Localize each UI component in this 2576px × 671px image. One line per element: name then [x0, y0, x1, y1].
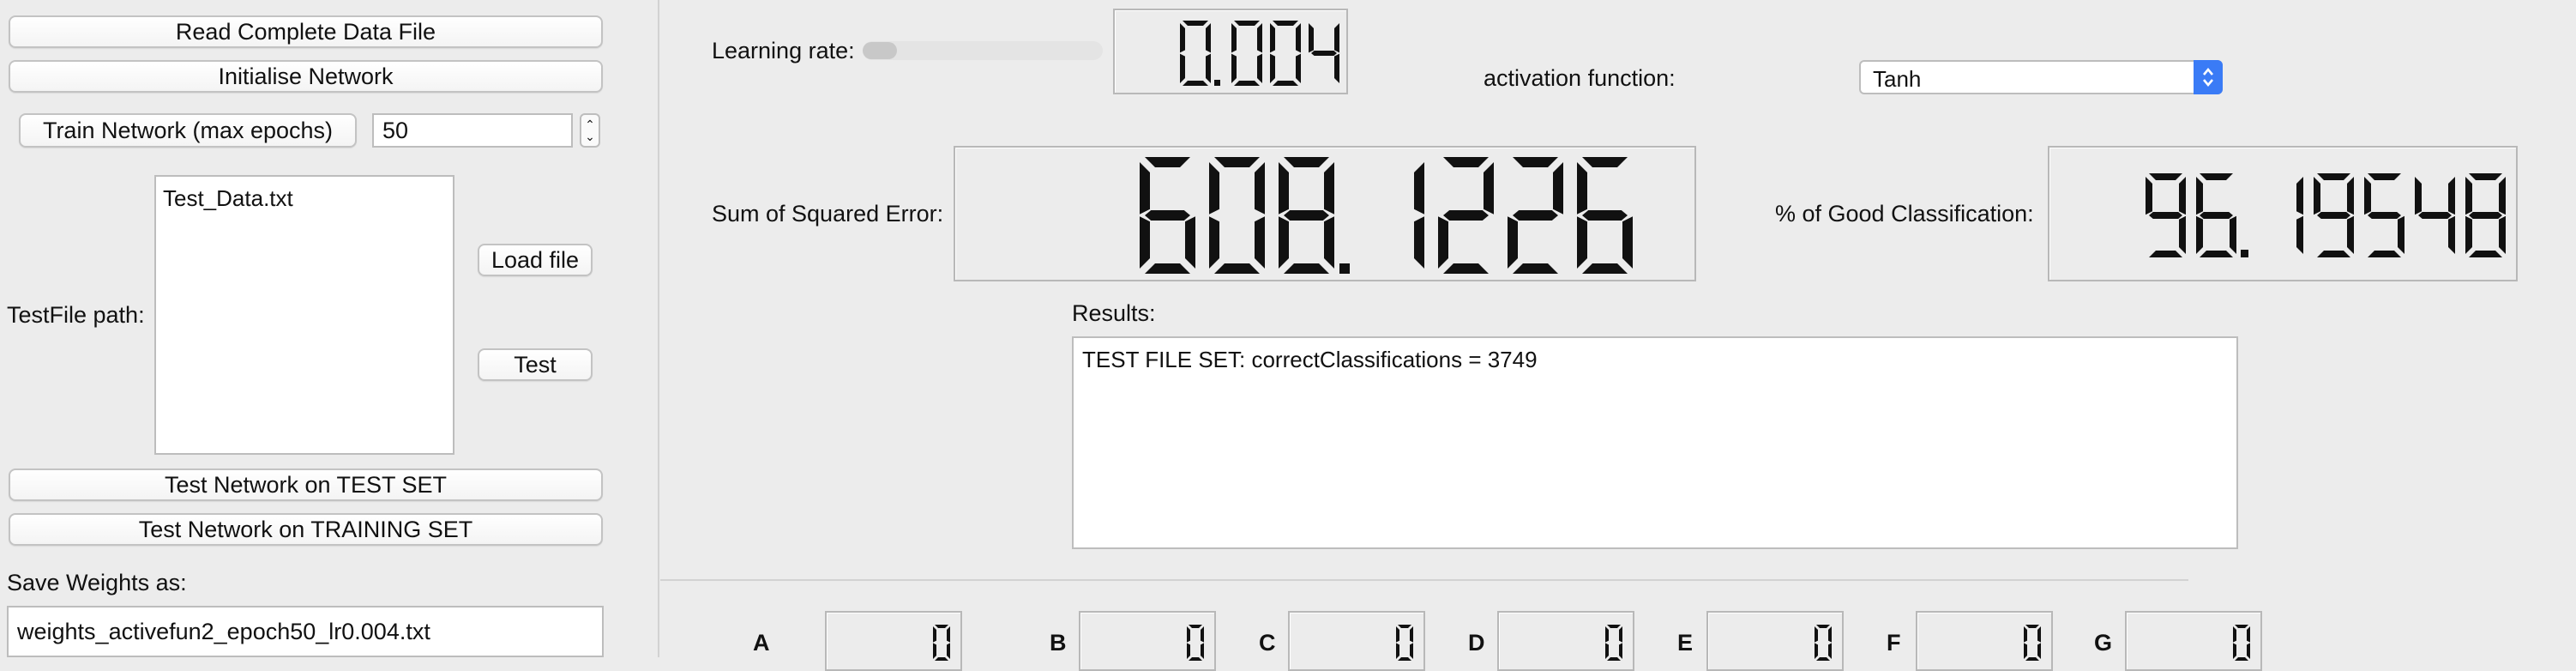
lcd-digit	[1438, 157, 1494, 274]
train-network-button[interactable]: Train Network (max epochs)	[19, 113, 357, 148]
counter-label-c: C	[1259, 630, 1276, 656]
lcd-digit	[1140, 157, 1195, 274]
counter-label-g: G	[2094, 630, 2113, 656]
chevron-updown-icon[interactable]	[2194, 60, 2223, 94]
initialise-network-button[interactable]: Initialise Network	[9, 60, 603, 93]
testfile-path-label: TestFile path:	[7, 302, 145, 328]
counter-label-e: E	[1677, 630, 1694, 656]
slider-handle[interactable]	[863, 42, 897, 59]
learning-rate-lcd: 0.004	[1113, 9, 1348, 94]
results-label: Results:	[1072, 300, 1156, 326]
epochs-stepper[interactable]: ⌃ ⌄	[580, 113, 600, 148]
sse-label: Sum of Squared Error:	[712, 201, 944, 227]
lcd-digit	[1508, 157, 1563, 274]
counter-lcd-c: 0	[1288, 611, 1425, 671]
lcd-digit	[1815, 625, 1832, 661]
read-data-file-button[interactable]: Read Complete Data File	[9, 15, 603, 48]
lcd-digit	[2314, 173, 2354, 257]
learning-rate-label: Learning rate:	[712, 38, 855, 63]
lcd-digit	[2415, 173, 2455, 257]
lcd-digit	[2263, 173, 2303, 257]
lcd-digit	[1396, 625, 1413, 661]
lcd-digit	[1180, 21, 1211, 86]
lcd-digit	[2233, 625, 2250, 661]
counter-label-a: A	[753, 630, 770, 656]
lcd-digit	[2364, 173, 2404, 257]
counter-lcd-g: 0	[2125, 611, 2262, 671]
stepper-down-icon[interactable]: ⌄	[585, 130, 595, 142]
epochs-input[interactable]: 50	[372, 113, 573, 148]
sse-lcd: 608.1226	[954, 146, 1696, 281]
lcd-digit	[2024, 625, 2041, 661]
good-classification-lcd: 96.19548	[2048, 146, 2518, 281]
testfile-list[interactable]: Test_Data.txt	[154, 175, 454, 455]
results-textarea[interactable]: TEST FILE SET: correctClassifications = …	[1072, 336, 2238, 549]
lcd-digit	[1209, 157, 1265, 274]
test-on-test-set-button[interactable]: Test Network on TEST SET	[9, 468, 603, 501]
lcd-digit	[933, 625, 950, 661]
lcd-digit	[2146, 173, 2186, 257]
list-item[interactable]: Test_Data.txt	[163, 185, 446, 212]
activation-function-select[interactable]: Tanh	[1859, 60, 2223, 94]
counter-lcd-a: 0	[825, 611, 962, 671]
test-on-training-set-button[interactable]: Test Network on TRAINING SET	[9, 513, 603, 546]
test-button[interactable]: Test	[478, 348, 593, 381]
lcd-digit	[1369, 157, 1424, 274]
activation-function-value: Tanh	[1873, 66, 1922, 92]
lcd-decimal-point	[1339, 263, 1350, 274]
good-classification-label: % of Good Classification:	[1775, 201, 2034, 227]
lcd-decimal-point	[2241, 250, 2248, 257]
section-divider	[660, 579, 2188, 581]
lcd-digit	[1279, 157, 1334, 274]
lcd-digit	[1231, 21, 1262, 86]
counter-lcd-e: 0	[1706, 611, 1844, 671]
results-text: TEST FILE SET: correctClassifications = …	[1082, 347, 1538, 372]
save-weights-label: Save Weights as:	[7, 570, 187, 595]
lcd-digit	[2196, 173, 2236, 257]
panel-divider	[658, 0, 659, 657]
load-file-button[interactable]: Load file	[478, 244, 593, 276]
save-weights-input[interactable]: weights_activefun2_epoch50_lr0.004.txt	[7, 606, 604, 657]
lcd-digit	[1605, 625, 1622, 661]
stepper-up-icon[interactable]: ⌃	[585, 118, 595, 130]
counter-label-f: F	[1887, 630, 1901, 656]
lcd-digit	[1187, 625, 1204, 661]
counter-lcd-d: 0	[1497, 611, 1634, 671]
counter-label-b: B	[1050, 630, 1067, 656]
lcd-decimal-point	[1214, 80, 1220, 86]
lcd-digit	[1270, 21, 1301, 86]
counter-lcd-f: 0	[1916, 611, 2053, 671]
learning-rate-slider[interactable]	[863, 41, 1103, 60]
counter-label-d: D	[1468, 630, 1485, 656]
lcd-digit	[1577, 157, 1633, 274]
activation-function-label: activation function:	[1484, 65, 1676, 91]
lcd-digit	[2465, 173, 2506, 257]
counter-lcd-b: 0	[1079, 611, 1216, 671]
lcd-digit	[1309, 21, 1339, 86]
